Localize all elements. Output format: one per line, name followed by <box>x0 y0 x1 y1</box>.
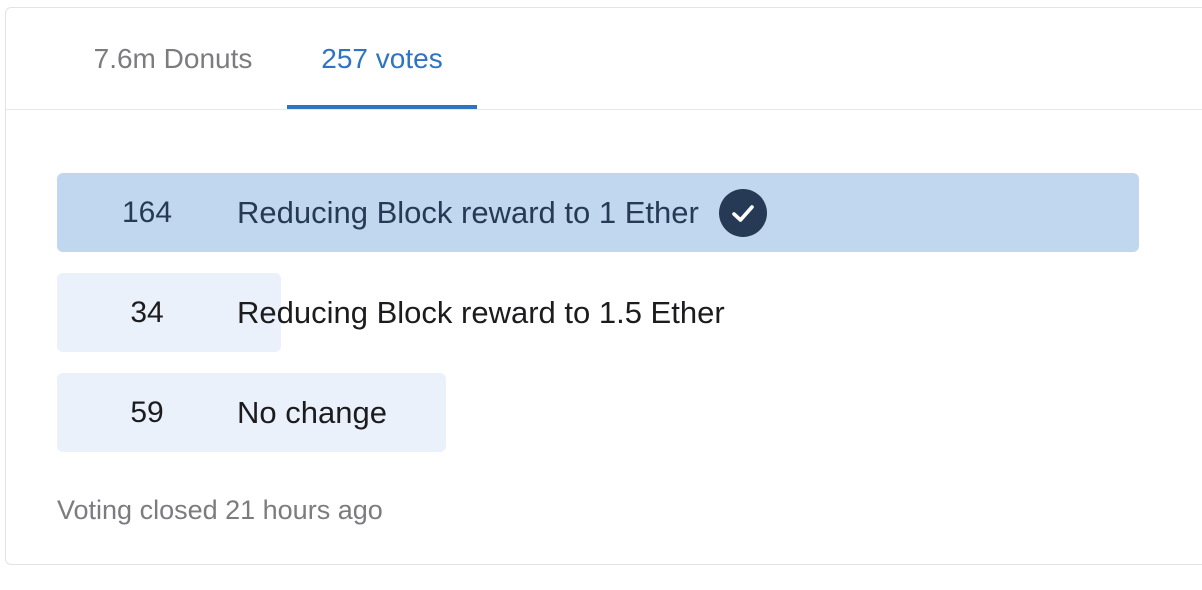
tab-votes[interactable]: 257 votes <box>287 8 477 109</box>
option-label: Reducing Block reward to 1 Ether <box>237 195 699 230</box>
poll-tabs: 7.6m Donuts 257 votes <box>6 8 1202 110</box>
poll-option: 59 No change <box>57 373 1139 452</box>
check-circle-icon <box>718 188 767 237</box>
option-vote-count: 34 <box>130 296 164 329</box>
poll-options: 164 Reducing Block reward to 1 Ether 34 … <box>57 173 1139 473</box>
option-label: No change <box>237 395 387 430</box>
tab-donuts[interactable]: 7.6m Donuts <box>70 8 276 109</box>
option-label: Reducing Block reward to 1.5 Ether <box>237 295 725 330</box>
option-label-row: Reducing Block reward to 1.5 Ether <box>237 273 725 352</box>
option-label-row: No change <box>237 373 387 452</box>
option-vote-count: 59 <box>130 396 164 429</box>
poll-option: 34 Reducing Block reward to 1.5 Ether <box>57 273 1139 352</box>
option-label-row: Reducing Block reward to 1 Ether <box>237 173 767 252</box>
poll-card: 7.6m Donuts 257 votes 164 Reducing Block… <box>5 7 1202 565</box>
poll-status: Voting closed 21 hours ago <box>57 495 383 525</box>
poll-option: 164 Reducing Block reward to 1 Ether <box>57 173 1139 252</box>
option-vote-count: 164 <box>121 196 173 229</box>
